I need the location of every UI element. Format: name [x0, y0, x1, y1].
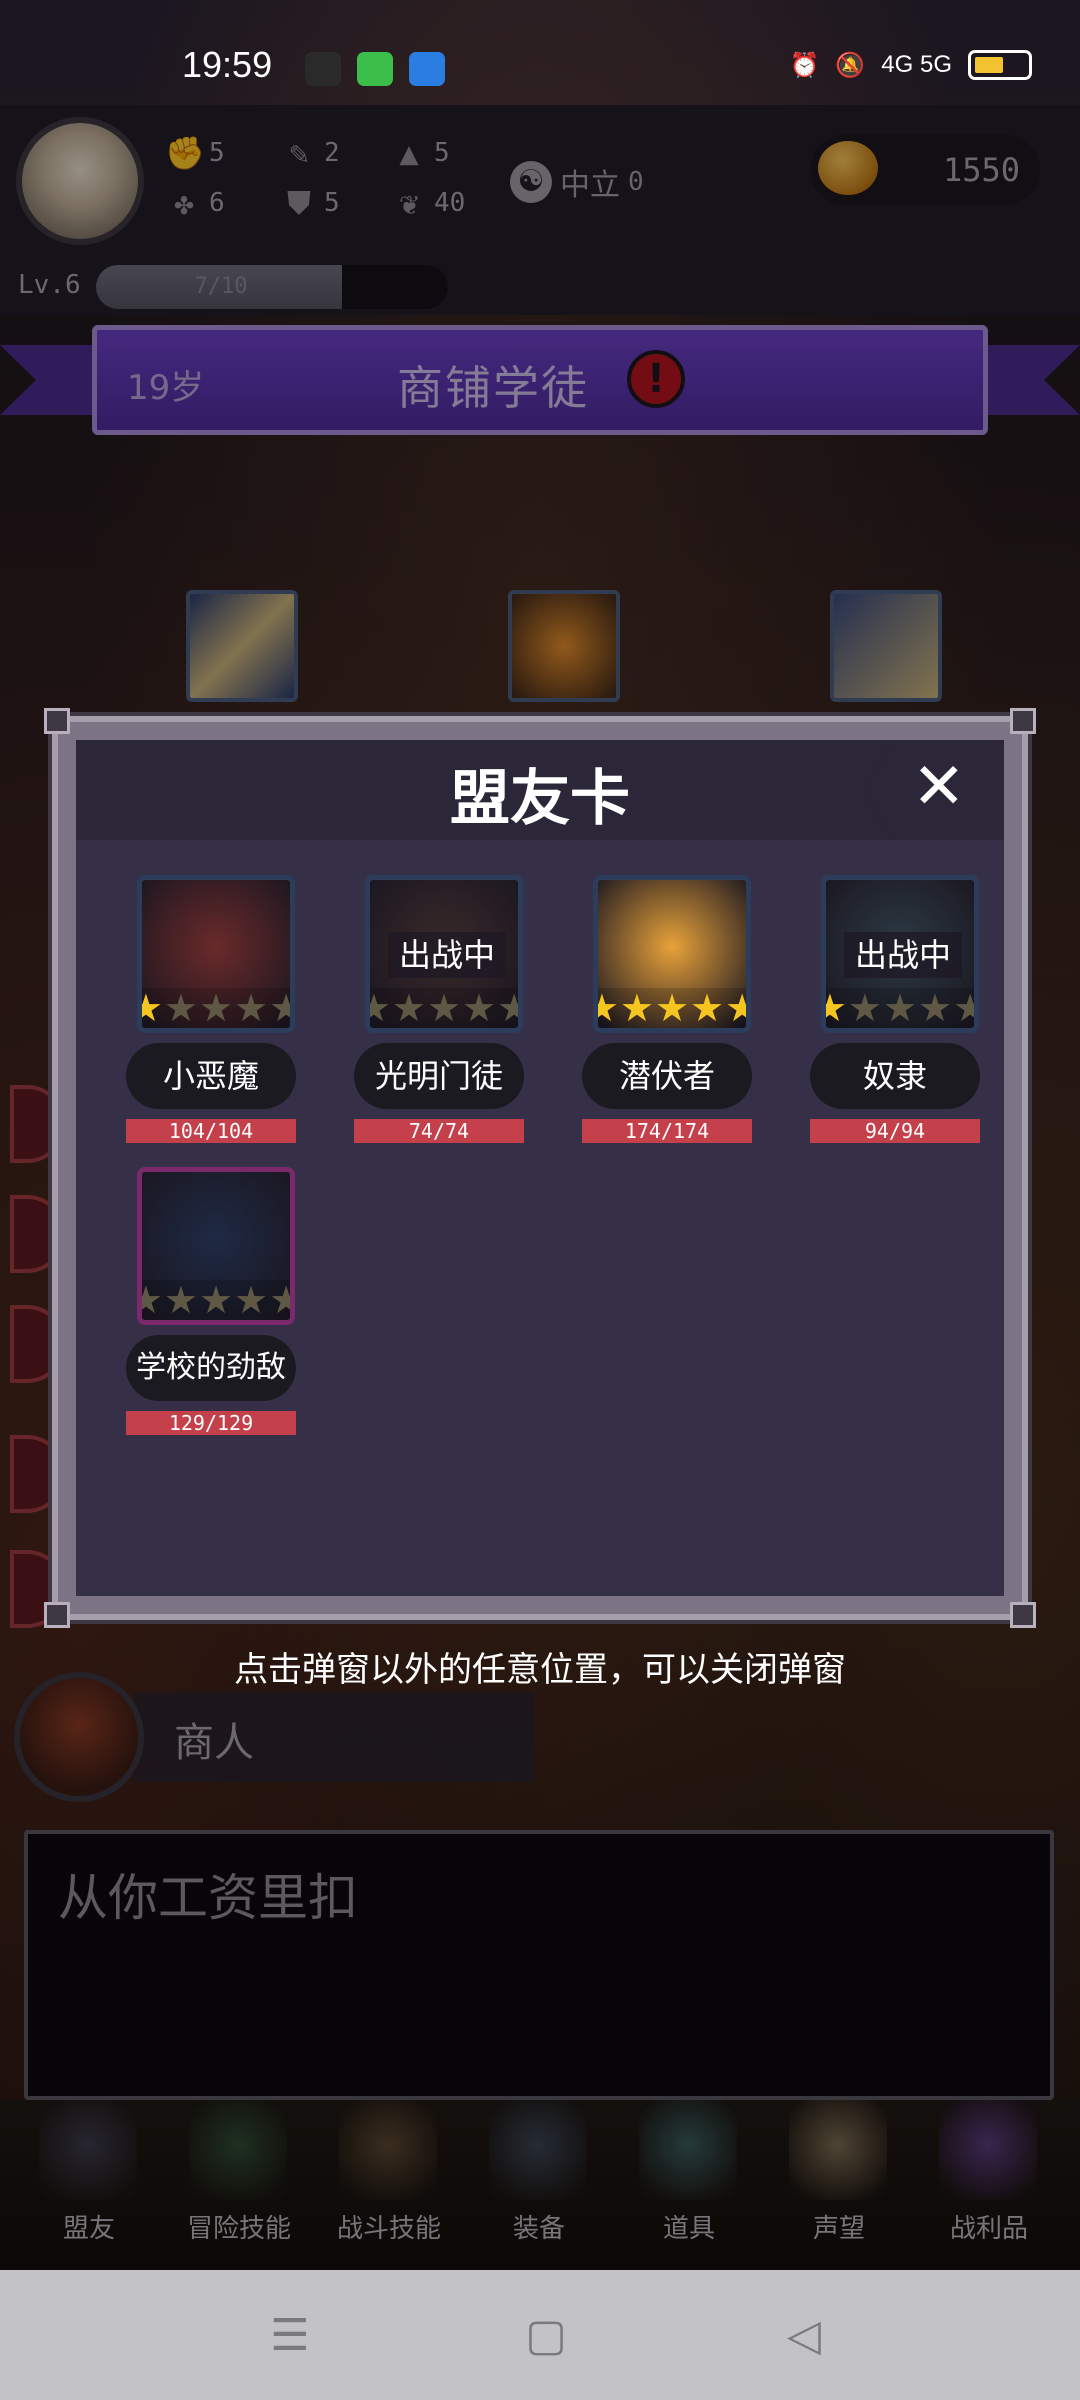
star-rating: ★★★★★: [598, 988, 746, 1028]
back-nav-icon[interactable]: ◁: [782, 2314, 826, 2358]
close-hint: 点击弹窗以外的任意位置，可以关闭弹窗: [234, 1650, 846, 1690]
ally-card[interactable]: 出战中★★★★★光明门徒74/74: [354, 875, 524, 1145]
star-rating: ★★★★★: [142, 988, 290, 1028]
ally-name: 学校的劲敌: [126, 1335, 296, 1401]
star-rating: ★★★★★: [370, 988, 518, 1028]
ally-card[interactable]: ★★★★★潜伏者174/174: [582, 875, 752, 1145]
menu-nav-icon[interactable]: ☰: [268, 2314, 312, 2358]
ally-portrait[interactable]: ★★★★★: [137, 1167, 295, 1325]
alarm-icon: ⏰: [789, 51, 820, 79]
network-label: 4G 5G: [881, 51, 952, 78]
deployed-tag: 出战中: [388, 932, 506, 978]
star-icon: ★: [725, 988, 746, 1028]
star-icon: ★: [690, 986, 725, 1030]
modal-corner: [44, 708, 70, 734]
star-icon: ★: [826, 988, 847, 1028]
wechat-icon: [305, 52, 341, 86]
ally-name: 光明门徒: [354, 1043, 524, 1109]
modal-body: 盟友卡 ✕ ★★★★★小恶魔104/104出战中★★★★★光明门徒74/74★★…: [76, 740, 1004, 1596]
modal-corner: [1010, 708, 1036, 734]
star-rating: ★★★★★: [826, 988, 974, 1028]
star-icon: ★: [598, 988, 619, 1028]
star-icon: ★: [234, 1278, 269, 1322]
star-icon: ★: [654, 986, 690, 1030]
star-icon: ★: [198, 1278, 234, 1322]
status-bar: 19:59 ⏰ 🔕 4G 5G: [0, 0, 1080, 105]
ally-hp: 94/94: [810, 1119, 980, 1143]
deployed-tag: 出战中: [844, 932, 962, 978]
ally-hp: 74/74: [354, 1119, 524, 1143]
mute-icon: 🔕: [835, 51, 866, 79]
ally-hp: 129/129: [126, 1411, 296, 1435]
star-icon: ★: [234, 986, 269, 1030]
ally-name: 奴隶: [810, 1043, 980, 1109]
star-icon: ★: [619, 986, 654, 1030]
star-icon: ★: [462, 986, 497, 1030]
app-green-icon: [357, 52, 393, 86]
modal-corner: [44, 1602, 70, 1628]
battery-icon: [968, 50, 1032, 80]
ally-hp: 104/104: [126, 1119, 296, 1143]
ally-card[interactable]: ★★★★★学校的劲敌129/129: [126, 1167, 296, 1437]
ally-portrait[interactable]: ★★★★★: [137, 875, 295, 1033]
star-icon: ★: [142, 988, 163, 1028]
star-icon: ★: [391, 986, 426, 1030]
star-icon: ★: [163, 986, 198, 1030]
star-icon: ★: [198, 986, 234, 1030]
status-time: 19:59: [182, 44, 273, 85]
star-icon: ★: [163, 1278, 198, 1322]
ally-name: 小恶魔: [126, 1043, 296, 1109]
star-icon: ★: [142, 1280, 163, 1320]
star-rating: ★★★★★: [142, 1280, 290, 1320]
close-button[interactable]: ✕: [864, 740, 1004, 840]
ally-portrait[interactable]: ★★★★★: [593, 875, 751, 1033]
home-nav-icon[interactable]: ▢: [524, 2314, 568, 2358]
ally-card[interactable]: 出战中★★★★★奴隶94/94: [810, 875, 980, 1145]
star-icon: ★: [847, 986, 882, 1030]
ally-name: 潜伏者: [582, 1043, 752, 1109]
ally-card[interactable]: ★★★★★小恶魔104/104: [126, 875, 296, 1145]
ally-card-modal: 盟友卡 ✕ ★★★★★小恶魔104/104出战中★★★★★光明门徒74/74★★…: [44, 708, 1036, 1628]
star-icon: ★: [426, 986, 462, 1030]
modal-header: 盟友卡 ✕: [76, 740, 1004, 840]
close-icon: ✕: [912, 750, 966, 824]
star-icon: ★: [882, 986, 918, 1030]
star-icon: ★: [953, 988, 974, 1028]
star-icon: ★: [269, 1280, 290, 1320]
star-icon: ★: [918, 986, 953, 1030]
star-icon: ★: [497, 988, 518, 1028]
ally-portrait[interactable]: 出战中★★★★★: [821, 875, 979, 1033]
app-blue-icon: [409, 52, 445, 86]
ally-hp: 174/174: [582, 1119, 752, 1143]
system-nav-bar: ☰ ▢ ◁: [0, 2270, 1080, 2400]
star-icon: ★: [269, 988, 290, 1028]
modal-corner: [1010, 1602, 1036, 1628]
star-icon: ★: [370, 988, 391, 1028]
modal-title: 盟友卡: [450, 764, 630, 834]
status-indicators: ⏰ 🔕 4G 5G: [790, 50, 1032, 80]
ally-portrait[interactable]: 出战中★★★★★: [365, 875, 523, 1033]
